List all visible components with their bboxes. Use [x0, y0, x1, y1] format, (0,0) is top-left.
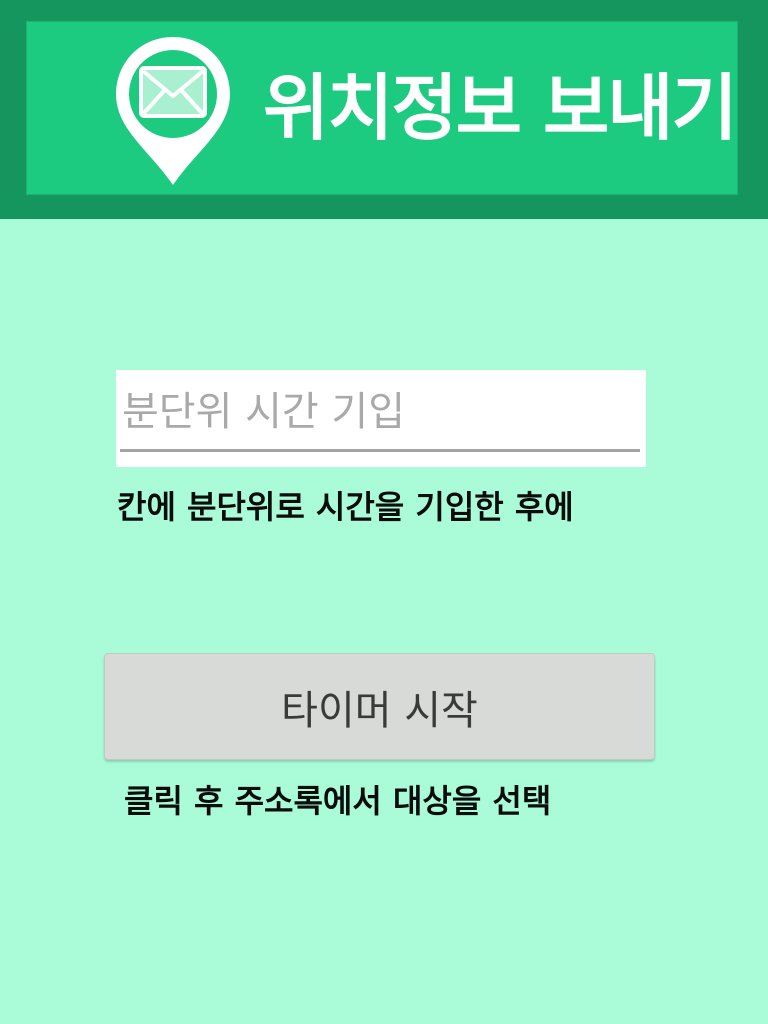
minutes-input[interactable]	[122, 382, 622, 442]
app-title: 위치정보 보내기	[263, 66, 738, 150]
instruction-enter-minutes: 칸에 분단위로 시간을 기입한 후에	[117, 488, 574, 526]
title-banner: 위치정보 보내기	[26, 21, 738, 195]
app-header: 위치정보 보내기	[0, 0, 768, 219]
mail-location-pin-icon	[108, 31, 238, 189]
minutes-input-box	[116, 370, 646, 467]
input-underline	[120, 449, 640, 452]
start-timer-button[interactable]: 타이머 시작	[104, 653, 655, 760]
instruction-select-contact: 클릭 후 주소록에서 대상을 선택	[124, 782, 552, 820]
